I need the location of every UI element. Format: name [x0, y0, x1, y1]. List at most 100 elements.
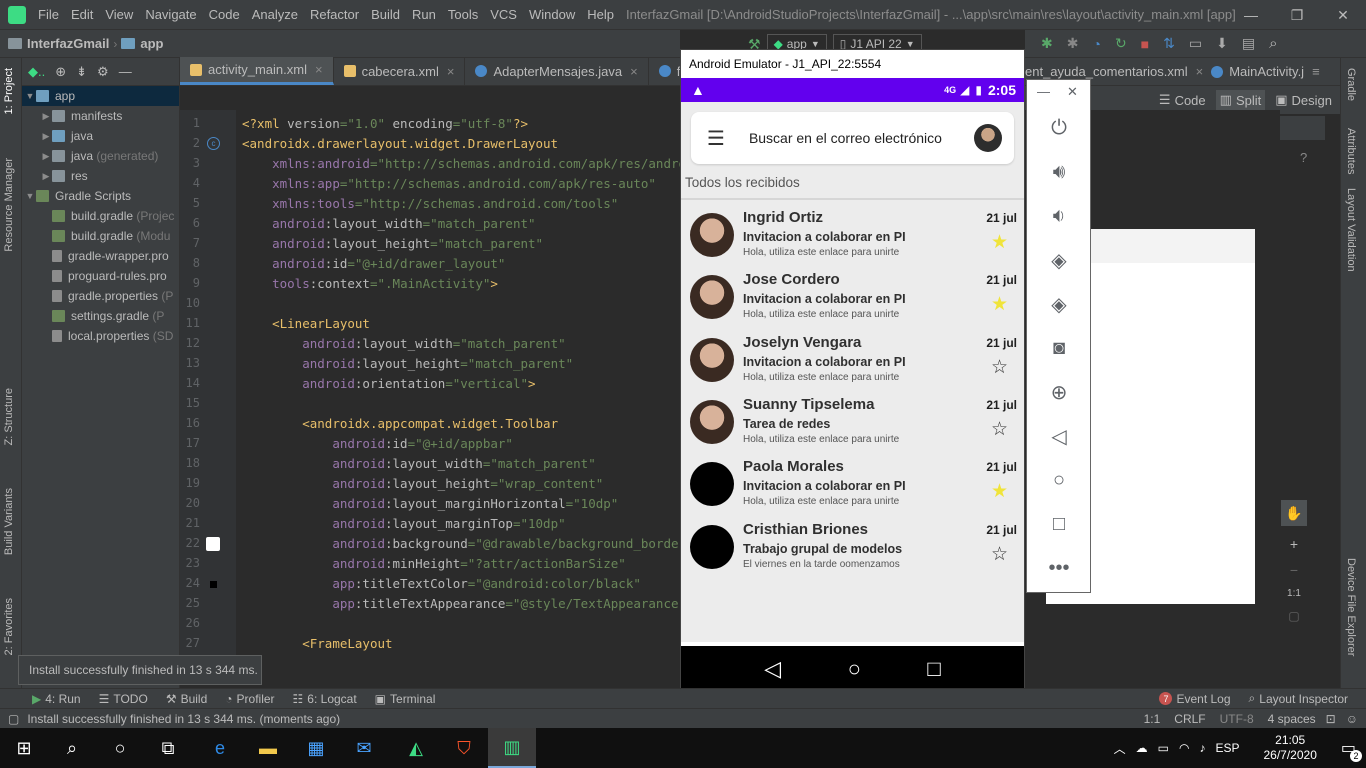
apply-changes-icon[interactable]: ↻ [1115, 35, 1127, 52]
breadcrumb-project[interactable]: InterfazGmail [8, 36, 109, 51]
sdk-manager-icon[interactable]: ⬇ [1216, 35, 1228, 52]
zoom-out-icon[interactable]: − [1290, 562, 1298, 578]
tab-main-activity[interactable]: MainActivity.j [1229, 64, 1304, 79]
tree-item-manifests[interactable]: ▶ manifests [22, 106, 179, 126]
tree-item-java[interactable]: ▶ java [22, 126, 179, 146]
star-filled-icon[interactable]: ★ [991, 295, 1008, 314]
close-icon[interactable]: × [447, 64, 455, 79]
tool-resource-manager[interactable]: Resource Manager [3, 158, 15, 252]
tool-profiler[interactable]: ◔ Profiler [225, 692, 274, 706]
menu-file[interactable]: File [38, 7, 59, 22]
onedrive-icon[interactable]: ☁ [1136, 741, 1148, 755]
locate-icon[interactable]: ⊕ [55, 64, 66, 80]
tab-activity-main[interactable]: activity_main.xml × [180, 57, 334, 85]
overview-icon[interactable]: □ [927, 656, 940, 682]
mail-item[interactable]: Ingrid Ortiz Invitacion a colaborar en PI… [681, 203, 1024, 265]
tool-gradle[interactable]: Gradle [1345, 68, 1357, 101]
color-swatch-black[interactable] [210, 581, 217, 588]
restore-button[interactable]: ❐ [1274, 0, 1320, 30]
tree-item-settings-gradle[interactable]: settings.gradle (P [22, 306, 179, 326]
mail-item[interactable]: Paola Morales Invitacion a colaborar en P… [681, 452, 1024, 514]
lock-icon[interactable]: ⊡ [1326, 712, 1336, 726]
code-mode-button[interactable]: ☰ Code [1155, 90, 1210, 110]
tool-event-log[interactable]: 7 Event Log [1159, 692, 1231, 706]
mail-item[interactable]: Suanny Tipselema Tarea de redes Hola, util… [681, 390, 1024, 452]
tree-item-proguard-rules[interactable]: proguard-rules.pro [22, 266, 179, 286]
hide-icon[interactable]: — [119, 64, 132, 79]
profile-icon[interactable]: ◔ [1092, 36, 1100, 52]
tree-item-java-generated[interactable]: ▶ java (generated) [22, 146, 179, 166]
tool-run[interactable]: ▶ 4: Run [32, 692, 81, 706]
volume-down-icon[interactable]: 🔉︎ [1045, 202, 1073, 230]
tool-logcat[interactable]: ☷ 6: Logcat [293, 692, 357, 706]
star-filled-icon[interactable]: ★ [991, 233, 1008, 252]
emulator-icon[interactable]: ▥ [488, 728, 536, 768]
breadcrumb-module[interactable]: app [121, 36, 163, 51]
status-message[interactable]: Install successfully finished in 13 s 34… [27, 712, 340, 726]
search-icon[interactable]: ⌕ [1269, 35, 1277, 52]
stop-icon[interactable]: ■ [1141, 36, 1149, 52]
rotate-left-icon[interactable]: ◈ [1045, 246, 1073, 274]
overview-icon[interactable]: □ [1045, 510, 1073, 538]
class-gutter-icon[interactable]: c [207, 137, 220, 150]
battery-icon[interactable]: ▭ [1158, 741, 1169, 755]
tool-todo[interactable]: ☰ TODO [99, 692, 148, 706]
tab-cabecera[interactable]: cabecera.xml × [334, 57, 466, 85]
more-icon[interactable]: ••• [1045, 554, 1073, 582]
zoom-reset-button[interactable]: 1:1 [1287, 588, 1301, 599]
menu-run[interactable]: Run [412, 7, 436, 22]
design-mode-button[interactable]: ▣ Design [1271, 90, 1336, 110]
brave-icon[interactable]: ⛉ [440, 728, 488, 768]
menu-build[interactable]: Build [371, 7, 400, 22]
tool-build[interactable]: ⚒ Build [166, 692, 207, 706]
android-studio-icon[interactable]: ◭ [392, 728, 440, 768]
attach-debugger-icon[interactable]: ✱ [1067, 35, 1079, 52]
layout-inspector-icon[interactable]: ▤ [1242, 35, 1255, 52]
star-outline-icon[interactable]: ☆ [991, 420, 1008, 439]
tree-item-gradle-scripts[interactable]: ▼ Gradle Scripts [22, 186, 179, 206]
back-icon[interactable]: ◁ [1045, 422, 1073, 450]
avd-manager-icon[interactable]: ▭ [1189, 35, 1202, 52]
store-icon[interactable]: ▦ [292, 728, 340, 768]
volume-up-icon[interactable]: 🔊︎ [1045, 158, 1073, 186]
notifications-icon[interactable]: ▭ 2 [1341, 738, 1362, 762]
account-avatar[interactable] [974, 124, 1002, 152]
zoom-in-icon[interactable]: + [1290, 536, 1298, 552]
inspector-icon[interactable]: ☺ [1346, 712, 1358, 726]
caret-position[interactable]: 1:1 [1144, 712, 1161, 726]
home-icon[interactable]: ○ [1045, 466, 1073, 494]
power-icon[interactable]: ⏻ [1045, 114, 1073, 142]
tool-build-variants[interactable]: Build Variants [3, 488, 15, 555]
emu-minimize-icon[interactable]: — [1037, 84, 1050, 99]
menu-edit[interactable]: Edit [71, 7, 93, 22]
search-icon[interactable]: ⌕ [48, 728, 96, 768]
menu-code[interactable]: Code [209, 7, 240, 22]
tree-item-app[interactable]: ▼ app [22, 86, 179, 106]
tab-comentarios[interactable]: ent_ayuda_comentarios.xml [1025, 64, 1188, 79]
minimize-button[interactable]: — [1228, 0, 1274, 30]
code-editor[interactable]: 1 2 3 4 5 6 7 8 9 10 11 12 13 14 15 16 17 18 19 20 21 22 23 24 2… [180, 110, 680, 660]
close-icon[interactable]: × [630, 64, 638, 79]
tool-layout-inspector[interactable]: ⌕ Layout Inspector [1249, 691, 1348, 706]
split-mode-button[interactable]: ▥ Split [1215, 90, 1266, 110]
edge-icon[interactable]: e [196, 728, 244, 768]
volume-icon[interactable]: ♪ [1199, 741, 1205, 755]
camera-icon[interactable]: ◙ [1045, 334, 1073, 362]
back-icon[interactable]: ◁ [764, 656, 781, 682]
menu-tools[interactable]: Tools [448, 7, 478, 22]
sync-gradle-icon[interactable]: ⇅ [1163, 35, 1175, 52]
tree-item-gradle-properties[interactable]: gradle.properties (P [22, 286, 179, 306]
indent-setting[interactable]: 4 spaces [1268, 712, 1316, 726]
emu-close-icon[interactable]: ✕ [1067, 84, 1078, 100]
tool-favorites[interactable]: 2: Favorites [3, 598, 15, 655]
tool-layout-validation[interactable]: Layout Validation [1345, 188, 1357, 272]
tab-adapter-mensajes[interactable]: AdapterMensajes.java × [465, 57, 649, 85]
menu-vcs[interactable]: VCS [490, 7, 517, 22]
language-indicator[interactable]: ESP [1215, 741, 1239, 755]
tree-item-build-gradle-module[interactable]: build.gradle (Modu [22, 226, 179, 246]
menu-refactor[interactable]: Refactor [310, 7, 359, 22]
search-bar[interactable]: ☰ Buscar en el correo electrónico [691, 112, 1014, 164]
line-separator[interactable]: CRLF [1174, 712, 1205, 726]
debug-icon[interactable]: ✱ [1041, 35, 1053, 52]
zoom-fit-icon[interactable]: ▢ [1288, 609, 1299, 623]
